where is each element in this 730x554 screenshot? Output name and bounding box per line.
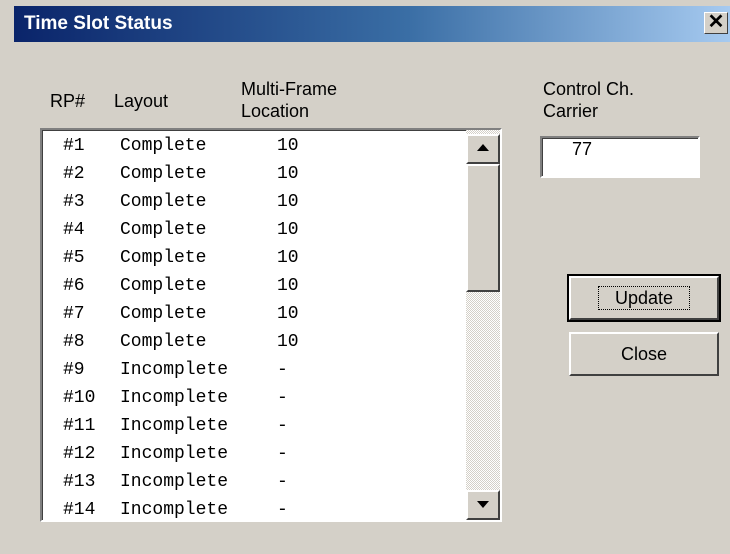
location-cell: 10 <box>277 304 299 324</box>
close-icon[interactable]: ✕ <box>704 12 728 34</box>
location-cell: - <box>277 388 288 408</box>
time-slot-status-dialog: Time Slot Status ✕ RP# Layout Multi-Fram… <box>0 0 730 554</box>
update-button-label: Update <box>597 286 691 310</box>
title-bar[interactable]: Time Slot Status ✕ <box>14 6 730 42</box>
control-channel-label-line2: Carrier <box>543 101 599 121</box>
rp-cell: #4 <box>63 220 85 240</box>
location-cell: - <box>277 360 288 380</box>
list-item[interactable]: #10 Incomplete - <box>42 384 468 412</box>
layout-cell: Incomplete <box>120 416 229 436</box>
column-header-layout: Layout <box>114 91 169 111</box>
list-item[interactable]: #3 Complete 10 <box>42 188 468 216</box>
list-item[interactable]: #8 Complete 10 <box>42 328 468 356</box>
location-cell: 10 <box>277 164 299 184</box>
layout-cell: Complete <box>120 332 207 352</box>
layout-cell: Complete <box>120 248 207 268</box>
list-item[interactable]: #6 Complete 10 <box>42 272 468 300</box>
control-channel-carrier-value: 77 <box>572 139 593 159</box>
column-header-rp: RP# <box>50 91 86 111</box>
list-item[interactable]: #7 Complete 10 <box>42 300 468 328</box>
scroll-up-arrow-icon <box>477 144 489 151</box>
layout-cell: Incomplete <box>120 388 229 408</box>
location-cell: - <box>277 472 288 492</box>
list-item[interactable]: #1 Complete 10 <box>42 132 468 160</box>
rp-cell: #13 <box>63 472 96 492</box>
control-channel-label-line1: Control Ch. <box>543 79 635 99</box>
control-channel-label: Control Ch. Carrier <box>543 78 634 122</box>
layout-cell: Incomplete <box>120 444 229 464</box>
close-button-label: Close <box>620 344 668 364</box>
rp-cell: #12 <box>63 444 96 464</box>
scroll-down-arrow-icon <box>477 501 489 508</box>
rp-cell: #8 <box>63 332 85 352</box>
location-cell: 10 <box>277 332 299 352</box>
layout-cell: Incomplete <box>120 360 229 380</box>
column-header-location-line1: Multi-Frame <box>241 79 338 99</box>
location-cell: - <box>277 444 288 464</box>
rp-cell: #9 <box>63 360 85 380</box>
list-item[interactable]: #9 Incomplete - <box>42 356 468 384</box>
layout-cell: Complete <box>120 164 207 184</box>
scroll-up-button[interactable] <box>466 134 500 164</box>
list-item[interactable]: #14 Incomplete - <box>42 496 468 520</box>
rp-status-rows: #1 Complete 10 #2 Complete 10 #3 Complete 10 #4 Co… <box>42 132 468 520</box>
layout-cell: Complete <box>120 220 207 240</box>
rp-cell: #14 <box>63 500 96 520</box>
list-item[interactable]: #13 Incomplete - <box>42 468 468 496</box>
layout-cell: Incomplete <box>120 472 229 492</box>
column-header-location: Multi-Frame Location <box>241 78 337 122</box>
control-channel-carrier-field: 77 <box>540 136 700 178</box>
update-button[interactable]: Update <box>567 274 721 322</box>
list-item[interactable]: #12 Incomplete - <box>42 440 468 468</box>
location-cell: 10 <box>277 136 299 156</box>
close-button[interactable]: Close <box>569 332 719 376</box>
location-cell: - <box>277 500 288 520</box>
layout-cell: Complete <box>120 304 207 324</box>
rp-cell: #2 <box>63 164 85 184</box>
rp-cell: #6 <box>63 276 85 296</box>
rp-cell: #3 <box>63 192 85 212</box>
location-cell: 10 <box>277 192 299 212</box>
scroll-down-button[interactable] <box>466 490 500 520</box>
window-title: Time Slot Status <box>24 13 173 34</box>
rp-status-listbox[interactable]: #1 Complete 10 #2 Complete 10 #3 Complete 10 #4 Co… <box>40 128 502 522</box>
rp-cell: #1 <box>63 136 85 156</box>
list-item[interactable]: #4 Complete 10 <box>42 216 468 244</box>
location-cell: 10 <box>277 248 299 268</box>
layout-cell: Complete <box>120 136 207 156</box>
list-item[interactable]: #2 Complete 10 <box>42 160 468 188</box>
rp-cell: #7 <box>63 304 85 324</box>
list-item[interactable]: #11 Incomplete - <box>42 412 468 440</box>
list-item[interactable]: #5 Complete 10 <box>42 244 468 272</box>
layout-cell: Complete <box>120 276 207 296</box>
location-cell: 10 <box>277 276 299 296</box>
location-cell: - <box>277 416 288 436</box>
rp-cell: #11 <box>63 416 96 436</box>
layout-cell: Incomplete <box>120 500 229 520</box>
rp-cell: #10 <box>63 388 96 408</box>
vertical-scrollbar[interactable] <box>466 130 500 520</box>
column-header-location-line2: Location <box>241 101 310 121</box>
layout-cell: Complete <box>120 192 207 212</box>
location-cell: 10 <box>277 220 299 240</box>
rp-cell: #5 <box>63 248 85 268</box>
scrollbar-thumb[interactable] <box>466 164 500 292</box>
